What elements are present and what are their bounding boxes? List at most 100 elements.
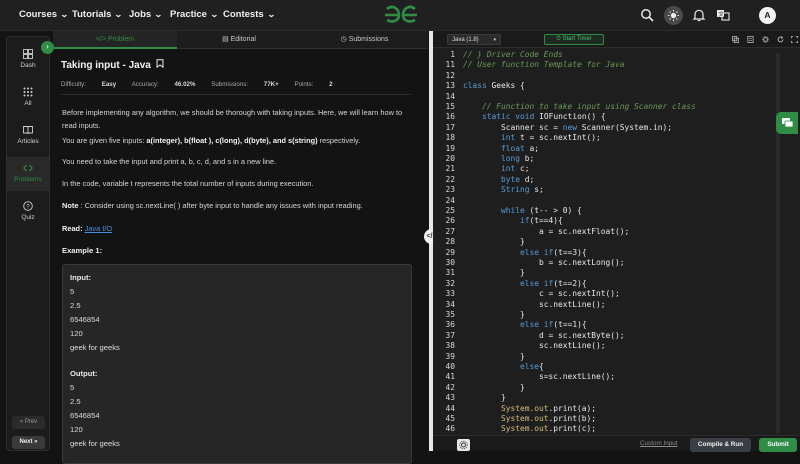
code-text: }: [463, 268, 525, 278]
document-icon: ▤: [222, 36, 231, 43]
line-number: 37: [445, 330, 455, 340]
translate-icon[interactable]: 文: [716, 8, 730, 22]
language-select[interactable]: Java (1.8) ▾: [447, 34, 501, 45]
tab-submissions[interactable]: ◷ Submissions: [301, 31, 428, 49]
tab-problem[interactable]: </> Problem: [53, 31, 177, 49]
bell-icon[interactable]: [692, 8, 706, 22]
line-number: 33: [445, 289, 455, 299]
code-line[interactable]: 37 d = sc.nextByte();: [433, 331, 800, 341]
nav-tutorials[interactable]: Tutorials ⌄: [72, 9, 123, 20]
sidebar-item-articles[interactable]: Articles: [7, 125, 49, 151]
svg-text:?: ?: [26, 204, 30, 210]
tab-editorial[interactable]: ▤ Editorial: [177, 31, 301, 49]
code-line[interactable]: 46 System.out.print(c);: [433, 424, 800, 434]
document-icon[interactable]: [747, 36, 754, 43]
java-io-link[interactable]: Java I/O: [85, 224, 113, 233]
code-text: Scanner sc = new Scanner(System.in);: [463, 122, 673, 132]
next-button[interactable]: Next »: [12, 436, 45, 449]
problem-title-text: Taking input - Java: [61, 60, 151, 71]
line-number: 20: [445, 154, 455, 163]
code-line[interactable]: 24: [433, 196, 800, 206]
custom-input-link[interactable]: Custom Input: [640, 440, 677, 447]
code-editor[interactable]: 1 // } Driver Code Ends 11 // User function…: [433, 49, 800, 435]
gear-icon[interactable]: [457, 439, 470, 451]
settings-icon[interactable]: [762, 36, 769, 43]
code-line[interactable]: 12: [433, 71, 800, 81]
nav-practice[interactable]: Practice ⌄: [170, 9, 219, 20]
tab-label: Problem: [108, 36, 135, 43]
chat-icon: [782, 118, 794, 128]
sidebar-item-quiz[interactable]: ? Quiz: [7, 201, 49, 227]
compile-run-button[interactable]: Compile & Run: [690, 438, 751, 452]
sidebar-item-problems[interactable]: Problems: [7, 157, 49, 191]
code-line[interactable]: 33 c = sc.nextInt();: [433, 289, 800, 299]
chevron-down-icon: ⌄: [266, 10, 276, 19]
tab-label: Editorial: [230, 36, 256, 43]
code-line[interactable]: 18 int t = sc.nextInt();: [433, 133, 800, 143]
line-number: 27: [445, 226, 455, 236]
code-line[interactable]: 21 int c;: [433, 164, 800, 174]
sidebar-item-label: Quiz: [21, 214, 35, 221]
sidebar-item-all[interactable]: All: [7, 87, 49, 113]
nav-contests[interactable]: Contests ⌄: [223, 9, 276, 20]
prev-button[interactable]: « Prev: [12, 416, 45, 429]
code-line[interactable]: 20 long b;: [433, 154, 800, 164]
code-line[interactable]: 34 sc.nextLine();: [433, 300, 800, 310]
read-label: Read:: [62, 224, 83, 233]
code-line[interactable]: 26 if(t==4){: [433, 216, 800, 226]
code-line[interactable]: 39 }: [433, 352, 800, 362]
gfg-logo[interactable]: [383, 5, 419, 25]
code-line[interactable]: 23 String s;: [433, 185, 800, 195]
code-line[interactable]: 13 class Geeks {: [433, 81, 800, 91]
code-line[interactable]: 45 System.out.print(b);: [433, 414, 800, 424]
chat-float-button[interactable]: [776, 112, 798, 134]
refresh-icon[interactable]: [777, 36, 784, 43]
code-text: }: [463, 237, 525, 247]
submit-button[interactable]: Submit: [759, 438, 797, 452]
code-line[interactable]: 35 }: [433, 310, 800, 320]
code-line[interactable]: 22 byte d;: [433, 175, 800, 185]
start-timer-button[interactable]: ⏱ Start Timer: [544, 34, 604, 45]
code-line[interactable]: 32 else if(t==2){: [433, 279, 800, 289]
code-line[interactable]: 27 a = sc.nextFloat();: [433, 227, 800, 237]
code-text: }: [463, 393, 506, 403]
code-line[interactable]: 42 }: [433, 383, 800, 393]
code-line[interactable]: 44 System.out.print(a);: [433, 404, 800, 414]
code-text: while (t-- > 0) {: [501, 206, 582, 215]
code-line[interactable]: 31 }: [433, 268, 800, 278]
code-text: String s;: [501, 185, 544, 195]
code-line[interactable]: 36 else if(t==1){: [433, 320, 800, 330]
fullscreen-icon[interactable]: [791, 36, 798, 43]
sidebar-item-dash[interactable]: Dash: [7, 49, 49, 75]
bookmark-icon[interactable]: [156, 59, 164, 69]
nav-jobs[interactable]: Jobs ⌄: [129, 9, 163, 20]
code-line[interactable]: 15 // Function to take input using Scann…: [433, 102, 800, 112]
editor-scrollbar[interactable]: [776, 53, 780, 433]
code-text: sc.nextLine();: [463, 341, 606, 351]
code-line[interactable]: 14: [433, 92, 800, 102]
code-text: }: [463, 382, 525, 392]
code-line[interactable]: 40 else{: [433, 362, 800, 372]
code-line[interactable]: 29 else if(t==3){: [433, 248, 800, 258]
code-line[interactable]: 25 while (t-- > 0) {: [433, 206, 800, 216]
nav-courses[interactable]: Courses ⌄: [19, 9, 69, 20]
code-line[interactable]: 30 b = sc.nextLong();: [433, 258, 800, 268]
code-line[interactable]: 38 sc.nextLine();: [433, 341, 800, 351]
theme-toggle[interactable]: [664, 6, 683, 25]
code-line[interactable]: 11 // User function Template for Java: [433, 60, 800, 70]
copy-icon[interactable]: [732, 36, 739, 43]
line-number: 18: [445, 133, 455, 143]
search-icon[interactable]: [640, 8, 654, 22]
code-line[interactable]: 41 s=sc.nextLine();: [433, 372, 800, 382]
code-text: if(t==4){: [520, 216, 563, 226]
code-line[interactable]: 28 }: [433, 237, 800, 247]
code-line[interactable]: 17 Scanner sc = new Scanner(System.in);: [433, 123, 800, 133]
code-line[interactable]: 16 static void IOFunction() {: [433, 112, 800, 122]
code-line[interactable]: 1 // } Driver Code Ends: [433, 50, 800, 60]
code-text: System.out.print(b);: [501, 414, 597, 423]
line-number: 42: [445, 382, 455, 392]
avatar[interactable]: A: [759, 7, 776, 24]
code-line[interactable]: 19 float a;: [433, 144, 800, 154]
code-line[interactable]: 43 }: [433, 393, 800, 403]
collapse-sidebar-button[interactable]: ›: [41, 41, 54, 54]
